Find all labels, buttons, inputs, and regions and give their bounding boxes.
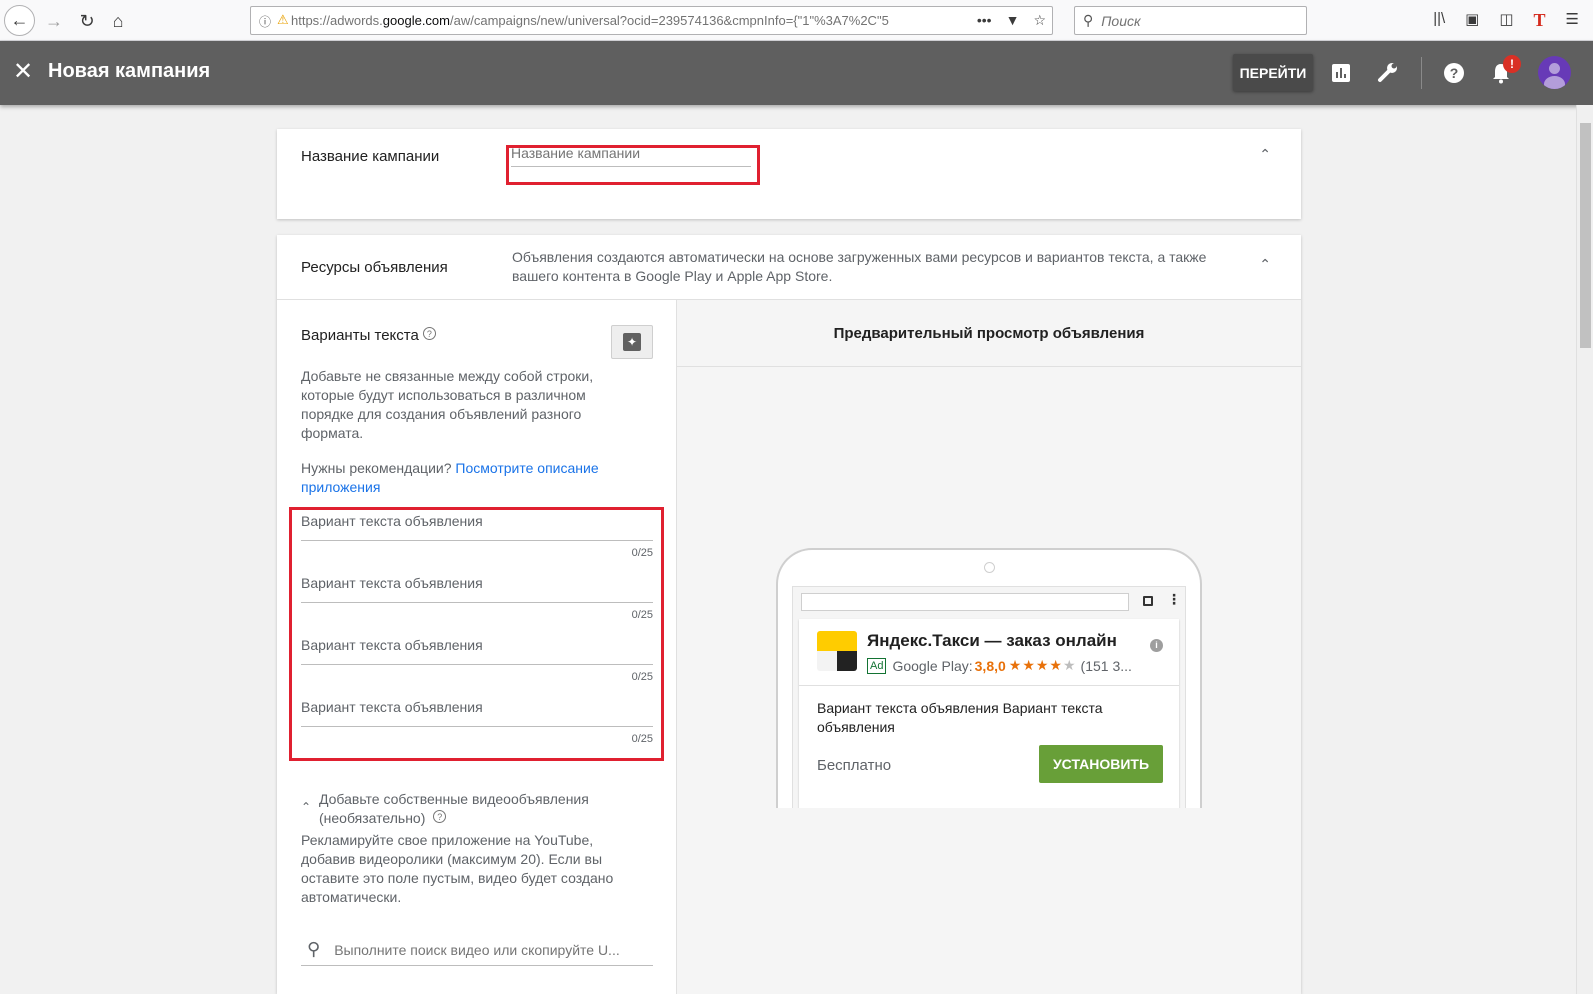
stars-filled: ★★★★	[1008, 657, 1063, 673]
url-prefix: https://adwords.	[291, 13, 383, 28]
ad-meta: Ad Google Play: 3,8,0 ★★★★★ (151 3...	[867, 657, 1165, 674]
screenshot-icon[interactable]: ▣	[1465, 10, 1479, 31]
ad-preview-card: Яндекс.Такси — заказ онлайн i Ad Google …	[799, 619, 1179, 808]
search-placeholder: Поиск	[1101, 12, 1141, 29]
ad-resources-header: Ресурсы объявления Объявления создаются …	[277, 235, 1301, 300]
text-variants-intro: Добавьте не связанные между собой строки…	[301, 368, 594, 441]
ad-resources-description: Объявления создаются автоматически на ос…	[512, 249, 1207, 284]
browser-search-input[interactable]: ⚲ Поиск	[1074, 6, 1307, 35]
phone-mockup: ⋮ Яндекс.Такси — заказ онлайн i Ad Googl…	[776, 548, 1202, 808]
video-search-placeholder: Выполните поиск видео или скопируйте U..…	[334, 941, 620, 958]
recommend-prefix: Нужны рекомендации?	[301, 460, 456, 476]
phone-camera	[984, 562, 995, 573]
info-icon[interactable]: ⓘ	[259, 13, 271, 30]
menu-icon[interactable]: ☰	[1566, 10, 1579, 31]
library-icon[interactable]: ||\	[1433, 10, 1445, 31]
page-title: Новая кампания	[48, 60, 211, 82]
app-header: ✕ Новая кампания ПЕРЕЙТИ ? !	[0, 41, 1593, 105]
page-scrollbar[interactable]	[1576, 105, 1593, 994]
text-variants-title: Варианты текста?	[301, 327, 436, 344]
chevron-up-icon[interactable]: ⌃	[301, 798, 311, 817]
help-circle-icon[interactable]: ?	[422, 327, 436, 340]
ad-divider	[799, 685, 1179, 686]
video-search-input[interactable]: ⚲ Выполните поиск видео или скопируйте U…	[301, 934, 653, 966]
reviews-count: (151 3...	[1080, 657, 1132, 674]
star-rating-icon: ★★★★★	[1009, 657, 1077, 674]
reports-chart-icon[interactable]	[1327, 59, 1355, 87]
reload-icon[interactable]: ↻	[73, 7, 101, 35]
bookmark-star-icon[interactable]: ☆	[1033, 12, 1046, 29]
tabs-icon	[1143, 596, 1153, 606]
url-domain: google.com	[382, 13, 450, 28]
avatar[interactable]	[1538, 56, 1571, 89]
go-button[interactable]: ПЕРЕЙТИ	[1233, 54, 1313, 91]
browser-toolbar: ← → ↻ ⌂ ⓘ ⚠ https://adwords.google.com/a…	[0, 0, 1593, 41]
help-circle-icon[interactable]: ?	[433, 810, 447, 823]
video-description: Рекламируйте свое приложение на YouTube,…	[301, 832, 614, 905]
ad-badge: Ad	[867, 657, 887, 674]
install-button[interactable]: УСТАНОВИТЬ	[1039, 745, 1163, 783]
campaign-name-label: Название кампании	[301, 148, 440, 165]
ad-resources-label: Ресурсы объявления	[301, 259, 448, 276]
wrench-tools-icon[interactable]	[1374, 59, 1402, 87]
campaign-name-card: Название кампании Название кампании ⌃	[277, 129, 1301, 219]
forward-arrow-icon[interactable]: →	[40, 7, 68, 35]
home-icon[interactable]: ⌂	[104, 7, 132, 35]
ad-resources-card: Ресурсы объявления Объявления создаются …	[277, 235, 1301, 994]
ad-body-text: Вариант текста объявления Вариант текста…	[817, 700, 1103, 735]
stars-empty: ★	[1062, 657, 1077, 673]
suggest-text-button[interactable]: ✦	[611, 325, 653, 359]
header-divider	[1421, 57, 1422, 89]
svg-text:?: ?	[1450, 65, 1459, 81]
more-dots-icon[interactable]: •••	[977, 12, 992, 29]
phone-screen: ⋮ Яндекс.Такси — заказ онлайн i Ad Googl…	[792, 586, 1186, 808]
ad-preview-column: Предварительный просмотр объявления ⋮ Ян…	[677, 300, 1301, 994]
back-arrow-icon[interactable]: ←	[4, 5, 35, 36]
ad-preview-title: Предварительный просмотр объявления	[677, 300, 1301, 367]
ad-price: Бесплатно	[817, 757, 892, 774]
app-logo	[817, 631, 857, 671]
rating-value: 3,8,0	[974, 657, 1006, 674]
notification-badge: !	[1503, 55, 1521, 73]
ad-title: Яндекс.Такси — заказ онлайн	[867, 631, 1117, 650]
mini-address-bar	[801, 593, 1129, 611]
video-toggle-label: Добавьте собственные видеообъявления (не…	[319, 791, 589, 826]
sidebar-icon[interactable]: ◫	[1499, 10, 1513, 31]
info-icon[interactable]: i	[1150, 639, 1163, 652]
text-variants-title-text: Варианты текста	[301, 327, 419, 344]
search-icon: ⚲	[307, 939, 321, 959]
search-icon: ⚲	[1083, 12, 1094, 28]
video-toggle[interactable]: ⌃ Добавьте собственные видеообъявления (…	[301, 790, 641, 828]
address-bar[interactable]: ⓘ ⚠ https://adwords.google.com/aw/campai…	[250, 6, 1053, 35]
highlight-box	[289, 507, 664, 761]
extension-t-icon[interactable]: T	[1534, 10, 1546, 31]
store-label: Google Play:	[892, 657, 973, 674]
kebab-menu-icon: ⋮	[1167, 591, 1181, 607]
scrollbar-thumb[interactable]	[1580, 123, 1591, 348]
url-rest: /aw/campaigns/new/universal?ocid=2395741…	[450, 13, 889, 28]
sparkle-icon: ✦	[623, 333, 641, 351]
highlight-box	[506, 145, 760, 185]
chevron-up-icon[interactable]: ⌃	[1259, 256, 1271, 273]
chevron-up-icon[interactable]: ⌃	[1259, 146, 1271, 163]
close-icon[interactable]: ✕	[13, 58, 33, 86]
text-variants-column: Варианты текста? ✦ Добавьте не связанные…	[277, 300, 677, 994]
help-icon[interactable]: ?	[1440, 59, 1468, 87]
lock-warning-icon[interactable]: ⚠	[277, 12, 289, 28]
pocket-icon[interactable]: ▼	[1006, 12, 1020, 29]
recommendations-text: Нужны рекомендации? Посмотрите описание …	[301, 459, 641, 497]
url-text[interactable]: https://adwords.google.com/aw/campaigns/…	[291, 13, 931, 28]
